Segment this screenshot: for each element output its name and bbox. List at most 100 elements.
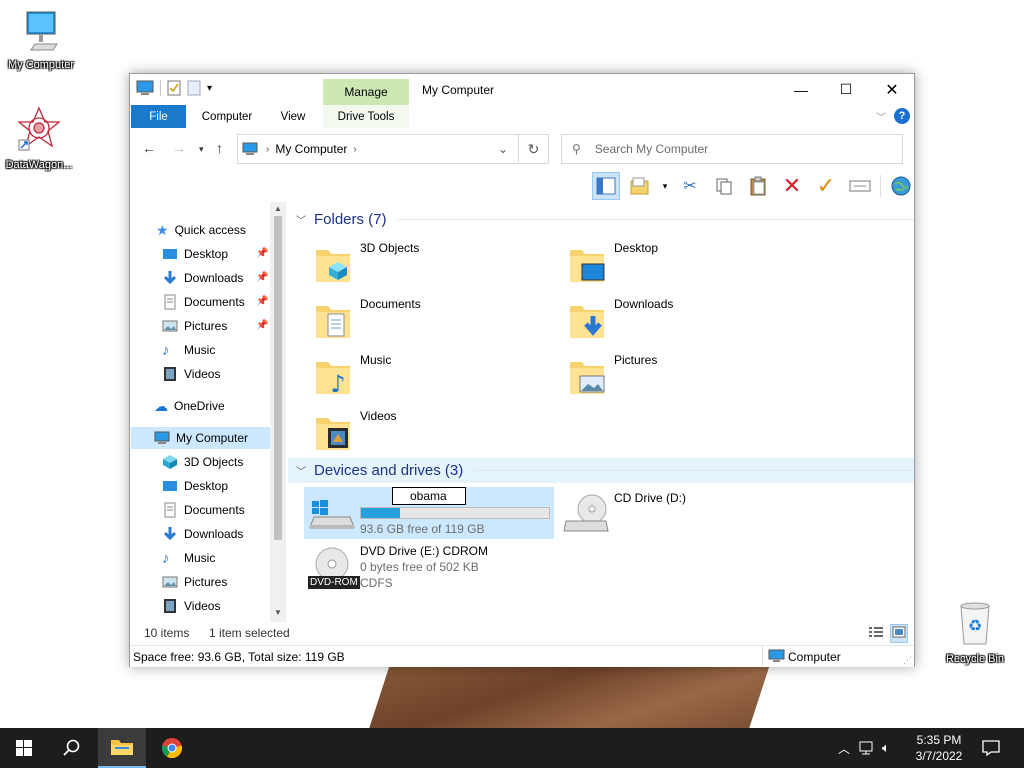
address-bar[interactable]: › My Computer › ⌄ xyxy=(237,134,519,164)
tiles-view-icon[interactable] xyxy=(890,624,908,643)
computer-icon xyxy=(768,649,785,662)
nav-scrollbar[interactable]: ▲ ▼ xyxy=(270,202,286,622)
search-button[interactable] xyxy=(48,728,96,768)
desktop-icon-recycle-bin[interactable]: ♻ Recycle Bin xyxy=(936,600,1014,666)
new-folder-icon[interactable] xyxy=(626,172,654,200)
pin-icon[interactable]: 📌 xyxy=(256,248,268,259)
scroll-thumb[interactable] xyxy=(274,216,282,540)
folder-item-desktop[interactable]: Desktop xyxy=(558,238,788,288)
nav-quick-access[interactable]: ★ Quick access xyxy=(156,219,246,241)
title-bar: ▾ Manage My Computer — ☐ ✕ xyxy=(130,74,914,105)
minimize-button[interactable]: — xyxy=(778,74,824,105)
chrome-icon xyxy=(161,738,183,759)
pin-icon[interactable]: 📌 xyxy=(256,296,268,307)
navigation-pane-icon[interactable] xyxy=(592,172,620,200)
globe-icon[interactable] xyxy=(887,172,915,200)
back-arrow-icon[interactable]: ← xyxy=(142,140,156,156)
nav-label: Documents xyxy=(184,295,245,309)
folder-label: Desktop xyxy=(614,241,659,255)
forward-arrow-icon[interactable]: → xyxy=(172,140,186,156)
nav-onedrive[interactable]: ☁ OneDrive xyxy=(154,395,225,417)
start-button[interactable] xyxy=(0,728,48,768)
group-header-devices[interactable]: ﹀ Devices and drives (3) xyxy=(288,458,914,483)
rename-input[interactable] xyxy=(392,487,466,505)
new-folder-icon[interactable] xyxy=(187,80,201,96)
network-icon[interactable] xyxy=(858,741,876,755)
close-button[interactable]: ✕ xyxy=(869,74,915,105)
help-icon[interactable]: ? xyxy=(894,108,910,124)
tab-file[interactable]: File xyxy=(131,105,186,128)
action-center-button[interactable] xyxy=(968,728,1014,768)
computer-icon xyxy=(242,142,258,155)
nav-pc-pictures[interactable]: Pictures xyxy=(162,571,227,593)
chevron-down-icon[interactable]: ⌄ xyxy=(498,142,508,156)
chevron-down-icon[interactable]: ﹀ xyxy=(296,212,306,227)
customize-qat-icon[interactable]: ▾ xyxy=(207,83,212,94)
nav-pc-desktop[interactable]: Desktop xyxy=(162,475,228,497)
scroll-down-icon[interactable]: ▼ xyxy=(274,608,282,617)
search-input[interactable]: ⚲ Search My Computer xyxy=(561,134,903,164)
cube-icon xyxy=(163,455,177,469)
drive-item-e[interactable]: DVD-ROM DVD Drive (E:) CDROM 0 bytes fre… xyxy=(304,542,554,602)
refresh-button[interactable]: ↻ xyxy=(519,134,549,164)
nav-item-downloads[interactable]: Downloads xyxy=(162,267,243,289)
desktop-icon-my-computer[interactable]: My Computer xyxy=(2,10,80,72)
tab-computer[interactable]: Computer xyxy=(192,105,262,128)
clock[interactable]: 5:35 PM 3/7/2022 xyxy=(900,732,978,764)
tab-view[interactable]: View xyxy=(270,105,316,128)
cut-icon[interactable]: ✂ xyxy=(676,172,704,200)
delete-icon[interactable]: ✕ xyxy=(778,172,806,200)
ribbon-tabs: File Computer View Drive Tools ﹀ ? xyxy=(130,105,914,128)
chevron-up-icon[interactable]: ︿ xyxy=(838,740,850,757)
expand-ribbon-icon[interactable]: ﹀ xyxy=(876,109,886,124)
recent-locations-icon[interactable]: ▾ xyxy=(199,144,204,155)
nav-pc-downloads[interactable]: Downloads xyxy=(162,523,243,545)
nav-pc-documents[interactable]: Documents xyxy=(162,499,245,521)
drive-item-d[interactable]: CD Drive (D:) xyxy=(558,487,808,539)
checkmark-icon[interactable]: ✓ xyxy=(812,172,840,200)
nav-pc-3d-objects[interactable]: 3D Objects xyxy=(162,451,243,473)
nav-item-music[interactable]: ♪ Music xyxy=(162,339,215,361)
pin-icon[interactable]: 📌 xyxy=(256,272,268,283)
nav-item-videos[interactable]: Videos xyxy=(162,363,220,385)
paste-icon[interactable] xyxy=(744,172,772,200)
nav-pc-music[interactable]: ♪ Music xyxy=(162,547,215,569)
chevron-right-icon[interactable]: › xyxy=(266,144,269,155)
nav-item-pictures[interactable]: Pictures xyxy=(162,315,227,337)
desktop-icon xyxy=(163,249,177,259)
scroll-up-icon[interactable]: ▲ xyxy=(274,204,282,213)
system-tray: ︿ 🔈︎ xyxy=(838,728,890,768)
folder-item-downloads[interactable]: Downloads xyxy=(558,294,788,344)
folder-item-pictures[interactable]: Pictures xyxy=(558,350,788,400)
nav-item-desktop[interactable]: Desktop xyxy=(162,243,228,265)
desktop-icon-datawagon[interactable]: DataWagon... xyxy=(0,104,78,172)
group-header-folders[interactable]: ﹀ Folders (7) xyxy=(288,207,914,232)
folder-item-documents[interactable]: Documents xyxy=(304,294,534,344)
folder-item-videos[interactable]: Videos xyxy=(304,406,534,456)
chevron-right-icon[interactable]: › xyxy=(353,144,356,155)
copy-icon[interactable] xyxy=(710,172,738,200)
dropdown-arrow-icon[interactable]: ▾ xyxy=(660,172,670,200)
folder-item-music[interactable]: ♪ Music xyxy=(304,350,534,400)
rename-icon[interactable] xyxy=(846,172,874,200)
resize-grip-icon[interactable]: ⋰ xyxy=(903,655,912,666)
location-label: Computer xyxy=(788,650,841,664)
nav-item-documents[interactable]: Documents xyxy=(162,291,245,313)
volume-icon[interactable]: 🔈︎ xyxy=(882,740,890,756)
details-view-icon[interactable] xyxy=(868,625,884,642)
drive-item-c[interactable]: 93.6 GB free of 119 GB xyxy=(304,487,554,539)
pin-icon[interactable]: 📌 xyxy=(256,320,268,331)
maximize-button[interactable]: ☐ xyxy=(823,74,869,105)
up-arrow-icon[interactable]: ↑ xyxy=(216,140,223,156)
nav-my-computer[interactable]: My Computer xyxy=(131,427,270,449)
tab-drive-tools[interactable]: Drive Tools xyxy=(323,105,409,128)
properties-icon[interactable] xyxy=(167,80,181,96)
nav-pc-videos[interactable]: Videos xyxy=(162,595,220,617)
download-arrow-icon xyxy=(163,271,177,285)
cd-drive-icon xyxy=(563,494,609,532)
tab-manage[interactable]: Manage xyxy=(323,79,409,105)
taskbar-file-explorer[interactable] xyxy=(98,728,146,768)
folder-item-3d-objects[interactable]: 3D Objects xyxy=(304,238,534,288)
chevron-down-icon[interactable]: ﹀ xyxy=(296,463,306,478)
taskbar-chrome[interactable] xyxy=(148,728,196,768)
